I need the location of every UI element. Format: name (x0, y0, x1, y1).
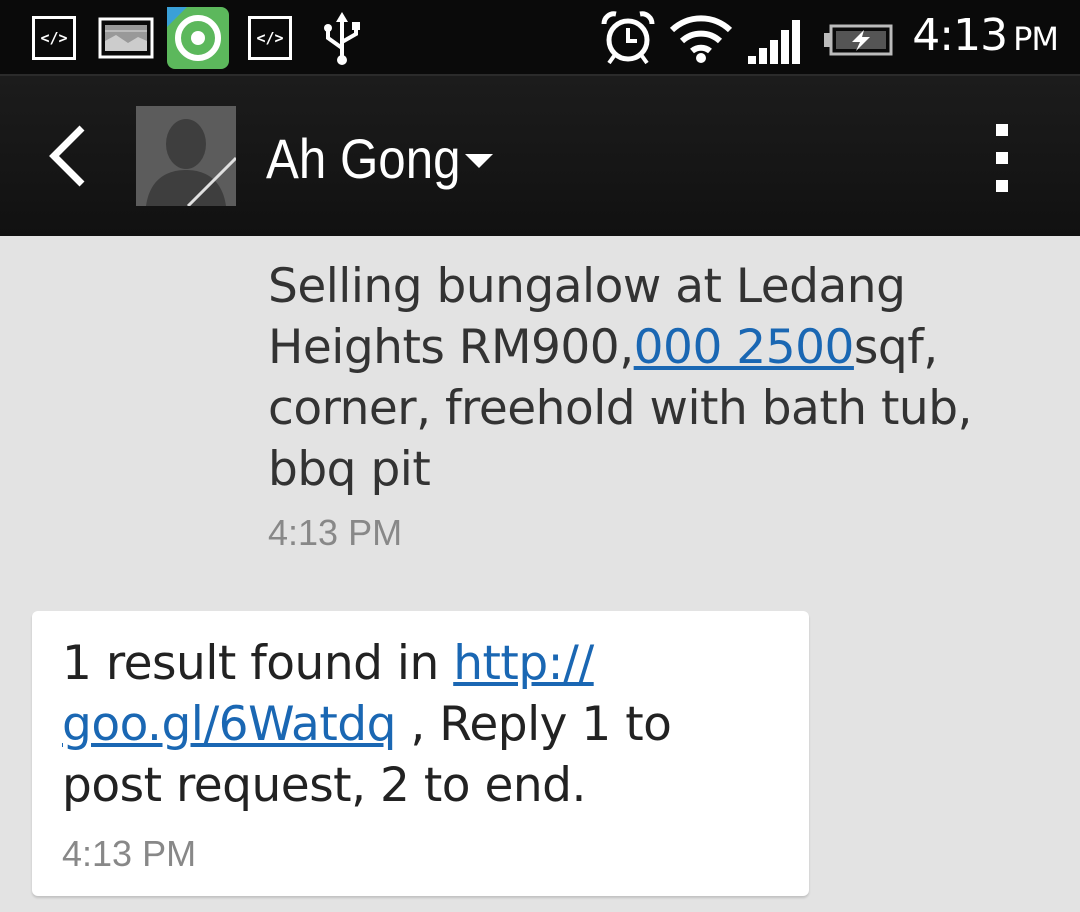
message-timestamp: 4:13 PM (62, 833, 197, 874)
back-icon (49, 125, 85, 187)
avatar[interactable] (136, 106, 236, 206)
status-bar: </> </> 4:13 PM (0, 0, 1080, 74)
message-text: 1 result found in http://goo.gl/6Watdq ,… (62, 636, 672, 813)
gallery-icon (98, 17, 154, 64)
overflow-dot (996, 152, 1008, 164)
app-pro-icon (167, 7, 229, 74)
person-silhouette-icon (136, 106, 236, 206)
dropdown-arrow-icon[interactable] (465, 154, 493, 168)
usb-icon (320, 12, 364, 71)
signal-icon (748, 20, 806, 69)
received-message-bubble[interactable]: 1 result found in http://goo.gl/6Watdq ,… (32, 611, 809, 896)
overflow-dot (996, 124, 1008, 136)
battery-charging-icon (824, 24, 894, 61)
message-text: Selling bungalow at Ledang Heights RM900… (268, 259, 972, 497)
action-bar: Ah Gong (0, 74, 1080, 236)
phone-number-link[interactable]: 000 2500 (634, 320, 855, 375)
overflow-dot (996, 180, 1008, 192)
contact-name[interactable]: Ah Gong (266, 126, 461, 191)
message-timestamp: 4:13 PM (268, 512, 403, 553)
wifi-icon (668, 12, 734, 69)
overflow-menu-button[interactable] (980, 124, 1024, 194)
status-time: 4:13 PM (912, 10, 1059, 61)
back-button[interactable] (40, 116, 100, 196)
code-icon: </> (248, 16, 292, 60)
code-icon: </> (32, 16, 76, 60)
alarm-icon (600, 10, 656, 71)
